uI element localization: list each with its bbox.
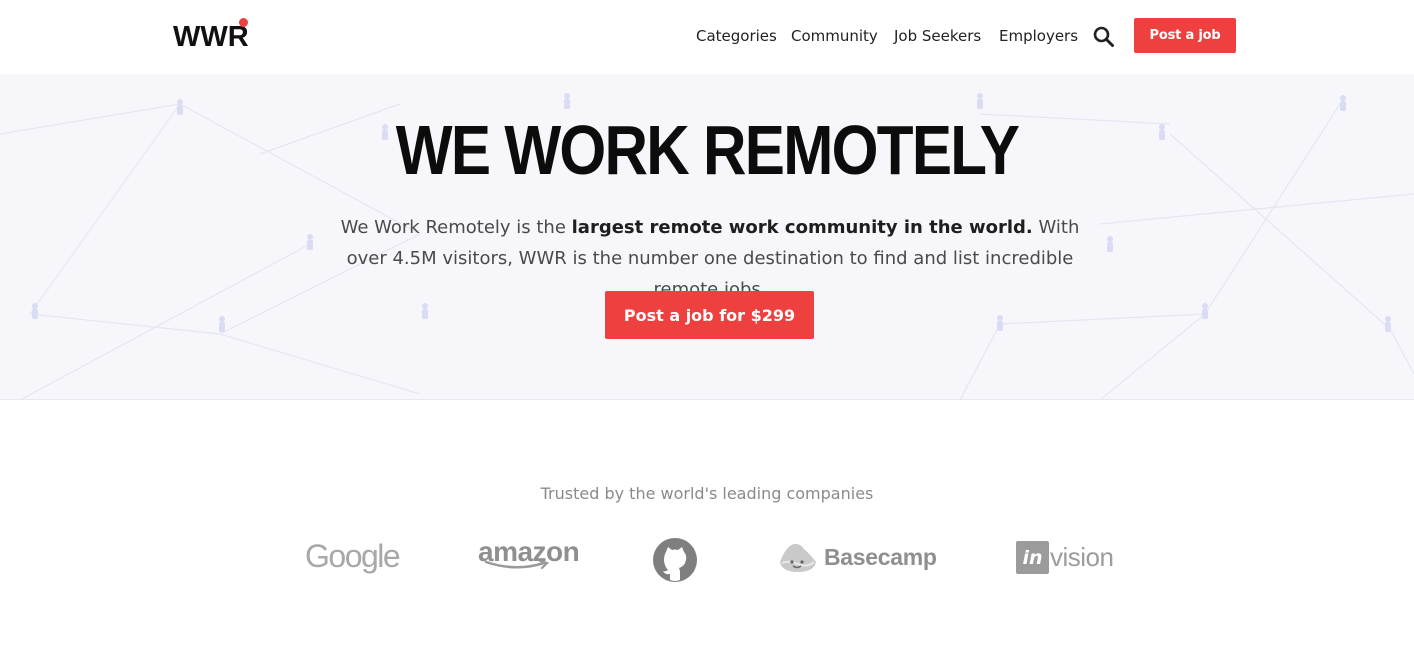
- invision-word: vision: [1050, 542, 1114, 572]
- basecamp-logo: Basecamp: [778, 540, 937, 574]
- github-logo: [652, 537, 698, 583]
- nav-employers[interactable]: Employers: [999, 27, 1078, 45]
- logo-dot: [239, 18, 248, 27]
- hero-desc-bold: largest remote work community in the wor…: [571, 217, 1033, 238]
- site-header: WWR Categories Community Job Seekers Emp…: [0, 0, 1414, 74]
- search-icon[interactable]: [1093, 26, 1115, 48]
- trusted-heading: Trusted by the world's leading companies: [540, 484, 874, 503]
- amazon-smile-icon: [484, 560, 550, 570]
- post-job-cta-button[interactable]: Post a job for $299: [605, 291, 814, 339]
- nav-job-seekers[interactable]: Job Seekers: [894, 27, 981, 45]
- hero-title: WE WORK REMOTELY: [395, 111, 1020, 189]
- post-job-button[interactable]: Post a job: [1134, 18, 1236, 53]
- nav-community[interactable]: Community: [791, 27, 878, 45]
- nav-categories[interactable]: Categories: [696, 27, 777, 45]
- wwr-logo[interactable]: WWR: [173, 18, 249, 53]
- invision-logo: in vision: [1016, 541, 1114, 574]
- logo-text: WWR: [173, 21, 249, 53]
- company-logos: Google amazon Basecamp in vision: [0, 530, 1414, 590]
- amazon-logo: amazon: [478, 536, 580, 570]
- basecamp-icon: [780, 543, 816, 572]
- hero-section: WE WORK REMOTELY We Work Remotely is the…: [0, 74, 1414, 400]
- google-logo: Google: [305, 538, 401, 574]
- hero-desc-prefix: We Work Remotely is the: [340, 217, 572, 238]
- github-icon: [653, 538, 697, 582]
- basecamp-word: Basecamp: [824, 543, 937, 570]
- invision-box: in: [1016, 541, 1049, 574]
